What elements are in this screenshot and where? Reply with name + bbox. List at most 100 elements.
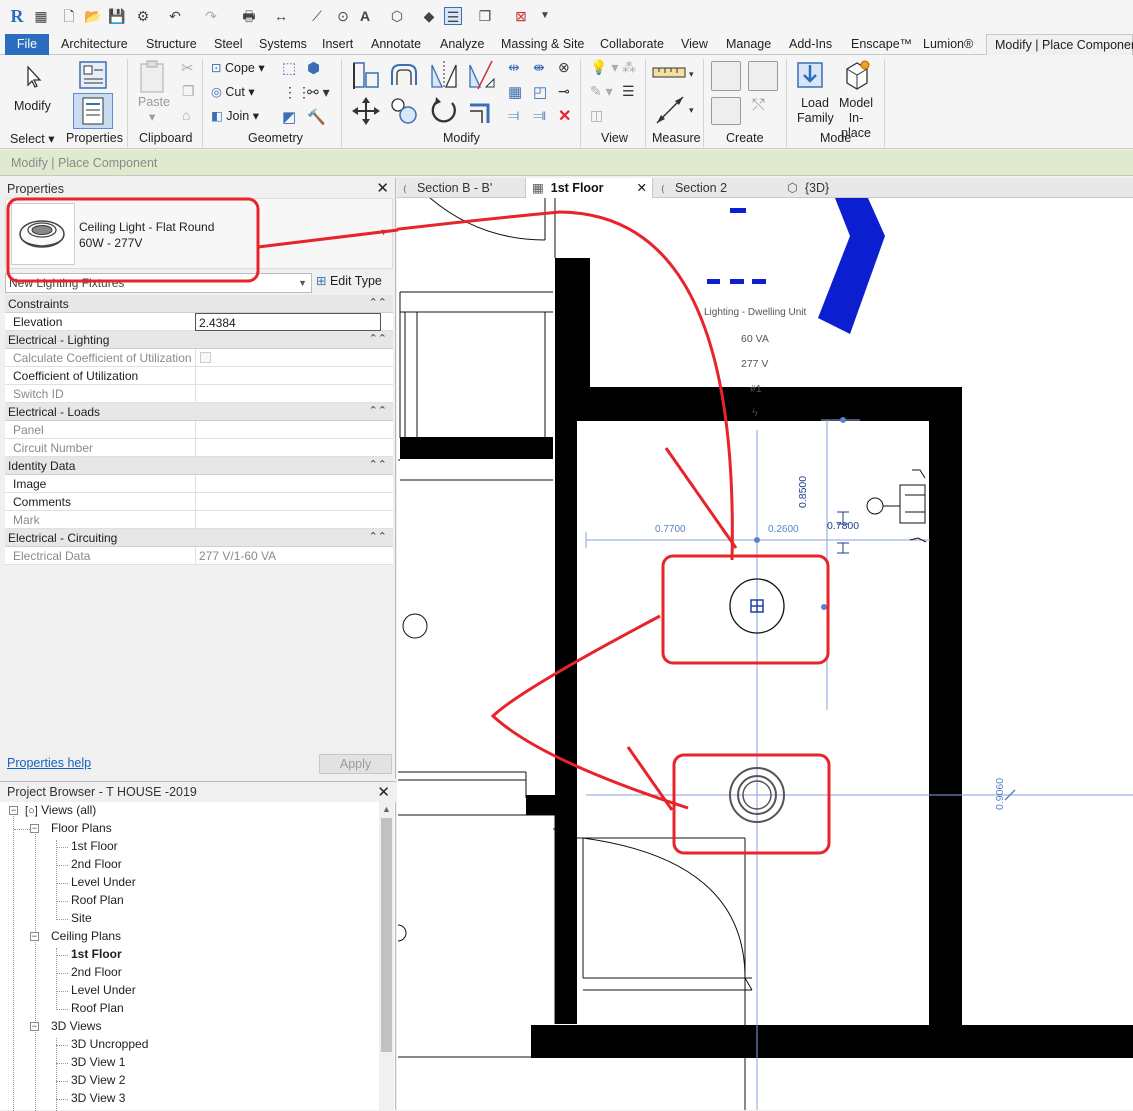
tag-icon[interactable]: ⊙ — [334, 7, 352, 25]
tab-massing-site[interactable]: Massing & Site — [501, 34, 584, 55]
switch-windows-icon[interactable]: ❐ — [476, 7, 494, 25]
split-element-icon[interactable]: ⇹ — [508, 59, 520, 76]
view-tab-3d[interactable]: ⬡ {3D} — [787, 178, 829, 198]
offset-icon[interactable] — [388, 59, 420, 91]
browser-scrollbar[interactable]: ▲ — [379, 802, 394, 1111]
trim-extend-icon[interactable] — [466, 95, 498, 127]
save-icon[interactable]: 💾 — [108, 7, 126, 25]
customize-dropdown-icon[interactable]: ▼ — [536, 7, 554, 25]
measure-icon[interactable]: ↔ — [272, 7, 290, 25]
tree-3d-view-3[interactable]: 3D View 3 — [71, 1091, 125, 1105]
elevation-input[interactable]: 2.4384 — [195, 313, 381, 331]
view-tab-section-b[interactable]: ⟨ Section B - B' — [403, 178, 492, 198]
section-constraints[interactable]: Constraints ⌃⌃ — [5, 295, 393, 313]
open-icon[interactable]: 📂 — [84, 7, 102, 25]
close-icon[interactable]: ✕ — [377, 783, 390, 801]
type-properties-icon[interactable] — [77, 60, 111, 90]
comments-field[interactable] — [195, 493, 393, 511]
tab-modify-place-component[interactable]: Modify | Place Componen — [986, 34, 1133, 55]
tree-ceiling-roof[interactable]: Roof Plan — [71, 1001, 124, 1015]
dimension-0780[interactable]: 0.7800 — [827, 520, 859, 532]
undo-icon[interactable]: ↶ — [166, 7, 184, 25]
collapse-icon[interactable]: − — [30, 932, 39, 941]
scroll-up-icon[interactable]: ▲ — [382, 804, 391, 814]
scale-icon[interactable]: ◰ — [533, 83, 547, 101]
tree-views-all[interactable]: [○] Views (all) — [25, 803, 96, 817]
modify-tool[interactable]: Modify — [8, 59, 56, 121]
create-parts-icon[interactable] — [748, 61, 778, 91]
paste-icon[interactable] — [138, 59, 168, 95]
thin-lines-icon[interactable]: ☰ — [444, 7, 462, 25]
measure-between-icon[interactable]: ▾ — [651, 63, 697, 83]
tab-steel[interactable]: Steel — [214, 34, 243, 55]
group-select-label[interactable]: Select ▾ — [10, 131, 55, 146]
create-group-icon[interactable] — [711, 97, 741, 125]
move-icon[interactable] — [350, 95, 382, 127]
new-icon[interactable]: 🗋 — [60, 7, 78, 25]
grid-icon[interactable]: ▦ — [32, 7, 50, 25]
override-graphics-icon[interactable]: 💡 ▾ — [590, 59, 618, 76]
split-face-icon[interactable]: ⬚ — [282, 59, 296, 77]
collapse-icon[interactable]: ⌃⌃ — [369, 458, 387, 471]
tab-lumion[interactable]: Lumion® — [923, 34, 973, 55]
copy-element-icon[interactable] — [388, 95, 420, 127]
tab-analyze[interactable]: Analyze — [440, 34, 484, 55]
copy-icon[interactable]: ❐ — [182, 83, 195, 100]
properties-button[interactable] — [73, 93, 113, 129]
tree-floor-level-under[interactable]: Level Under — [71, 875, 136, 889]
tab-add-ins[interactable]: Add-Ins — [789, 34, 832, 55]
edit-type-button[interactable]: ⊞ Edit Type — [316, 273, 382, 293]
tab-architecture[interactable]: Architecture — [61, 34, 128, 55]
trim-multiple-icon[interactable]: ⫥ — [533, 107, 546, 124]
revit-logo-icon[interactable]: R — [8, 7, 26, 25]
create-assembly-icon[interactable] — [711, 61, 741, 91]
tree-ceiling-2nd[interactable]: 2nd Floor — [71, 965, 122, 979]
dimension-0260[interactable]: 0.2600 — [768, 524, 799, 535]
load-family-button[interactable]: Load Family — [792, 59, 834, 125]
join-button[interactable]: ◧ Join ▾ — [211, 108, 259, 123]
collapse-icon[interactable]: − — [9, 806, 18, 815]
trim-single-icon[interactable]: ⫤ — [508, 107, 519, 124]
match-type-icon[interactable]: ⌂ — [182, 107, 190, 123]
cut-clipboard-icon[interactable]: ✂ — [181, 59, 194, 77]
tab-annotate[interactable]: Annotate — [371, 34, 421, 55]
view-group-icon[interactable]: ⁂ — [622, 59, 636, 76]
section-electrical-loads[interactable]: Electrical - Loads ⌃⌃ — [5, 403, 393, 421]
close-hidden-icon[interactable]: ⊠ — [512, 7, 530, 25]
tree-3d-views[interactable]: 3D Views — [51, 1019, 101, 1033]
section-electrical-circuiting[interactable]: Electrical - Circuiting ⌃⌃ — [5, 529, 393, 547]
tab-manage[interactable]: Manage — [726, 34, 771, 55]
close-icon[interactable]: ✕ — [637, 178, 647, 198]
tree-floor-plans[interactable]: Floor Plans — [51, 821, 112, 835]
unjoin-icon[interactable]: ◩ — [282, 108, 296, 126]
tree-floor-roof[interactable]: Roof Plan — [71, 893, 124, 907]
cope-button[interactable]: ⊡ Cope ▾ — [211, 60, 265, 75]
dimension-0850[interactable]: 0.8500 — [797, 476, 809, 508]
tree-floor-site[interactable]: Site — [71, 911, 92, 925]
model-inplace-button[interactable]: Model In-place — [836, 59, 878, 140]
collapse-icon[interactable]: ⌃⌃ — [369, 530, 387, 543]
cu-field[interactable] — [195, 367, 393, 385]
tree-ceiling-level-under[interactable]: Level Under — [71, 983, 136, 997]
section-identity-data[interactable]: Identity Data ⌃⌃ — [5, 457, 393, 475]
delete-icon[interactable]: ✕ — [558, 106, 571, 126]
drawing-canvas[interactable]: Lighting - Dwelling Unit 60 VA 277 V #1 … — [397, 198, 1133, 1110]
unpin-icon[interactable]: ⊗ — [558, 59, 570, 76]
hammer-icon[interactable]: 🔨 — [307, 108, 326, 126]
demolish-icon[interactable]: ⚯ ▾ — [307, 84, 330, 101]
pin-icon[interactable]: ⊸ — [558, 83, 570, 100]
paste-dropdown-icon[interactable]: ▾ — [149, 109, 155, 124]
tab-collaborate[interactable]: Collaborate — [600, 34, 664, 55]
array-icon[interactable]: ▦ — [508, 83, 522, 101]
instance-filter-dropdown[interactable]: New Lighting Fixtures ▼ — [5, 273, 312, 293]
tree-3d-view-2[interactable]: 3D View 2 — [71, 1073, 125, 1087]
tab-insert[interactable]: Insert — [322, 34, 353, 55]
properties-help-link[interactable]: Properties help — [7, 756, 91, 770]
collapse-icon[interactable]: − — [30, 824, 39, 833]
create-similar-icon[interactable]: ⤲ — [752, 97, 765, 115]
linework-icon[interactable]: ✎ ▾ — [590, 83, 613, 100]
collapse-icon[interactable]: ⌃⌃ — [369, 332, 387, 345]
dimension-0906[interactable]: 0.9060 — [994, 778, 1006, 810]
tree-floor-2nd[interactable]: 2nd Floor — [71, 857, 122, 871]
split-gap-icon[interactable]: ⇼ — [533, 59, 545, 76]
